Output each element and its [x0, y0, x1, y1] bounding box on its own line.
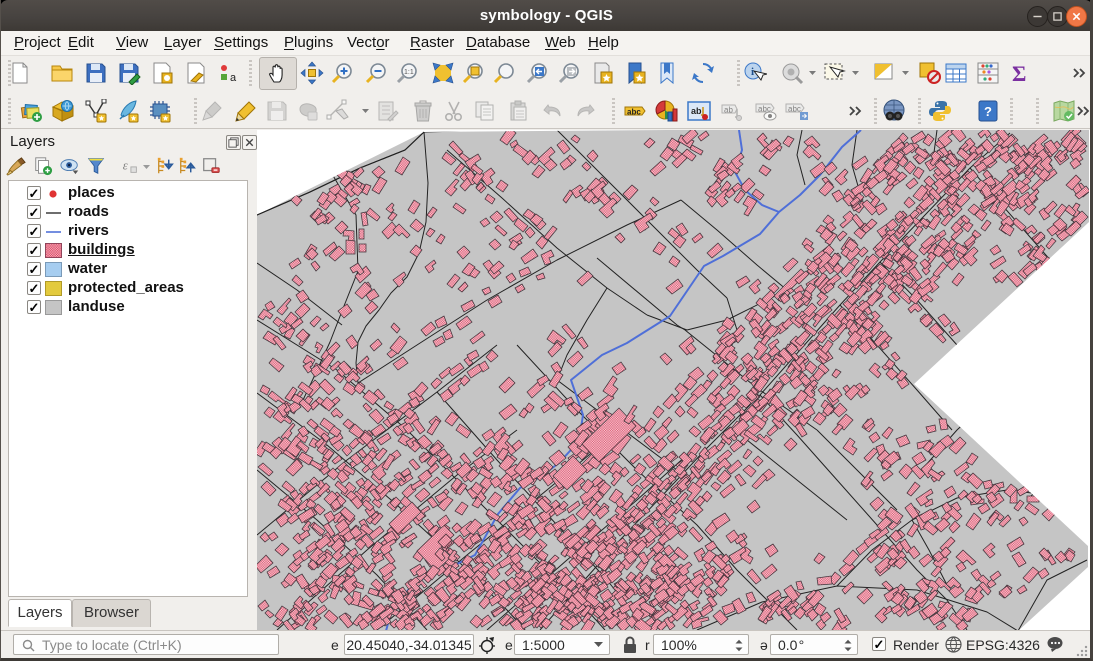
- svg-text:abc: abc: [788, 105, 801, 114]
- svg-text:ab: ab: [724, 106, 733, 115]
- svg-text:ab: ab: [691, 106, 702, 116]
- svg-text:abc: abc: [627, 108, 641, 117]
- svg-text:1:1: 1:1: [404, 69, 414, 76]
- svg-text:i: i: [751, 66, 754, 78]
- svg-text:?: ?: [984, 104, 992, 119]
- svg-text:ε: ε: [123, 159, 128, 173]
- svg-text:Σ: Σ: [1012, 61, 1026, 85]
- svg-text:a: a: [230, 72, 237, 84]
